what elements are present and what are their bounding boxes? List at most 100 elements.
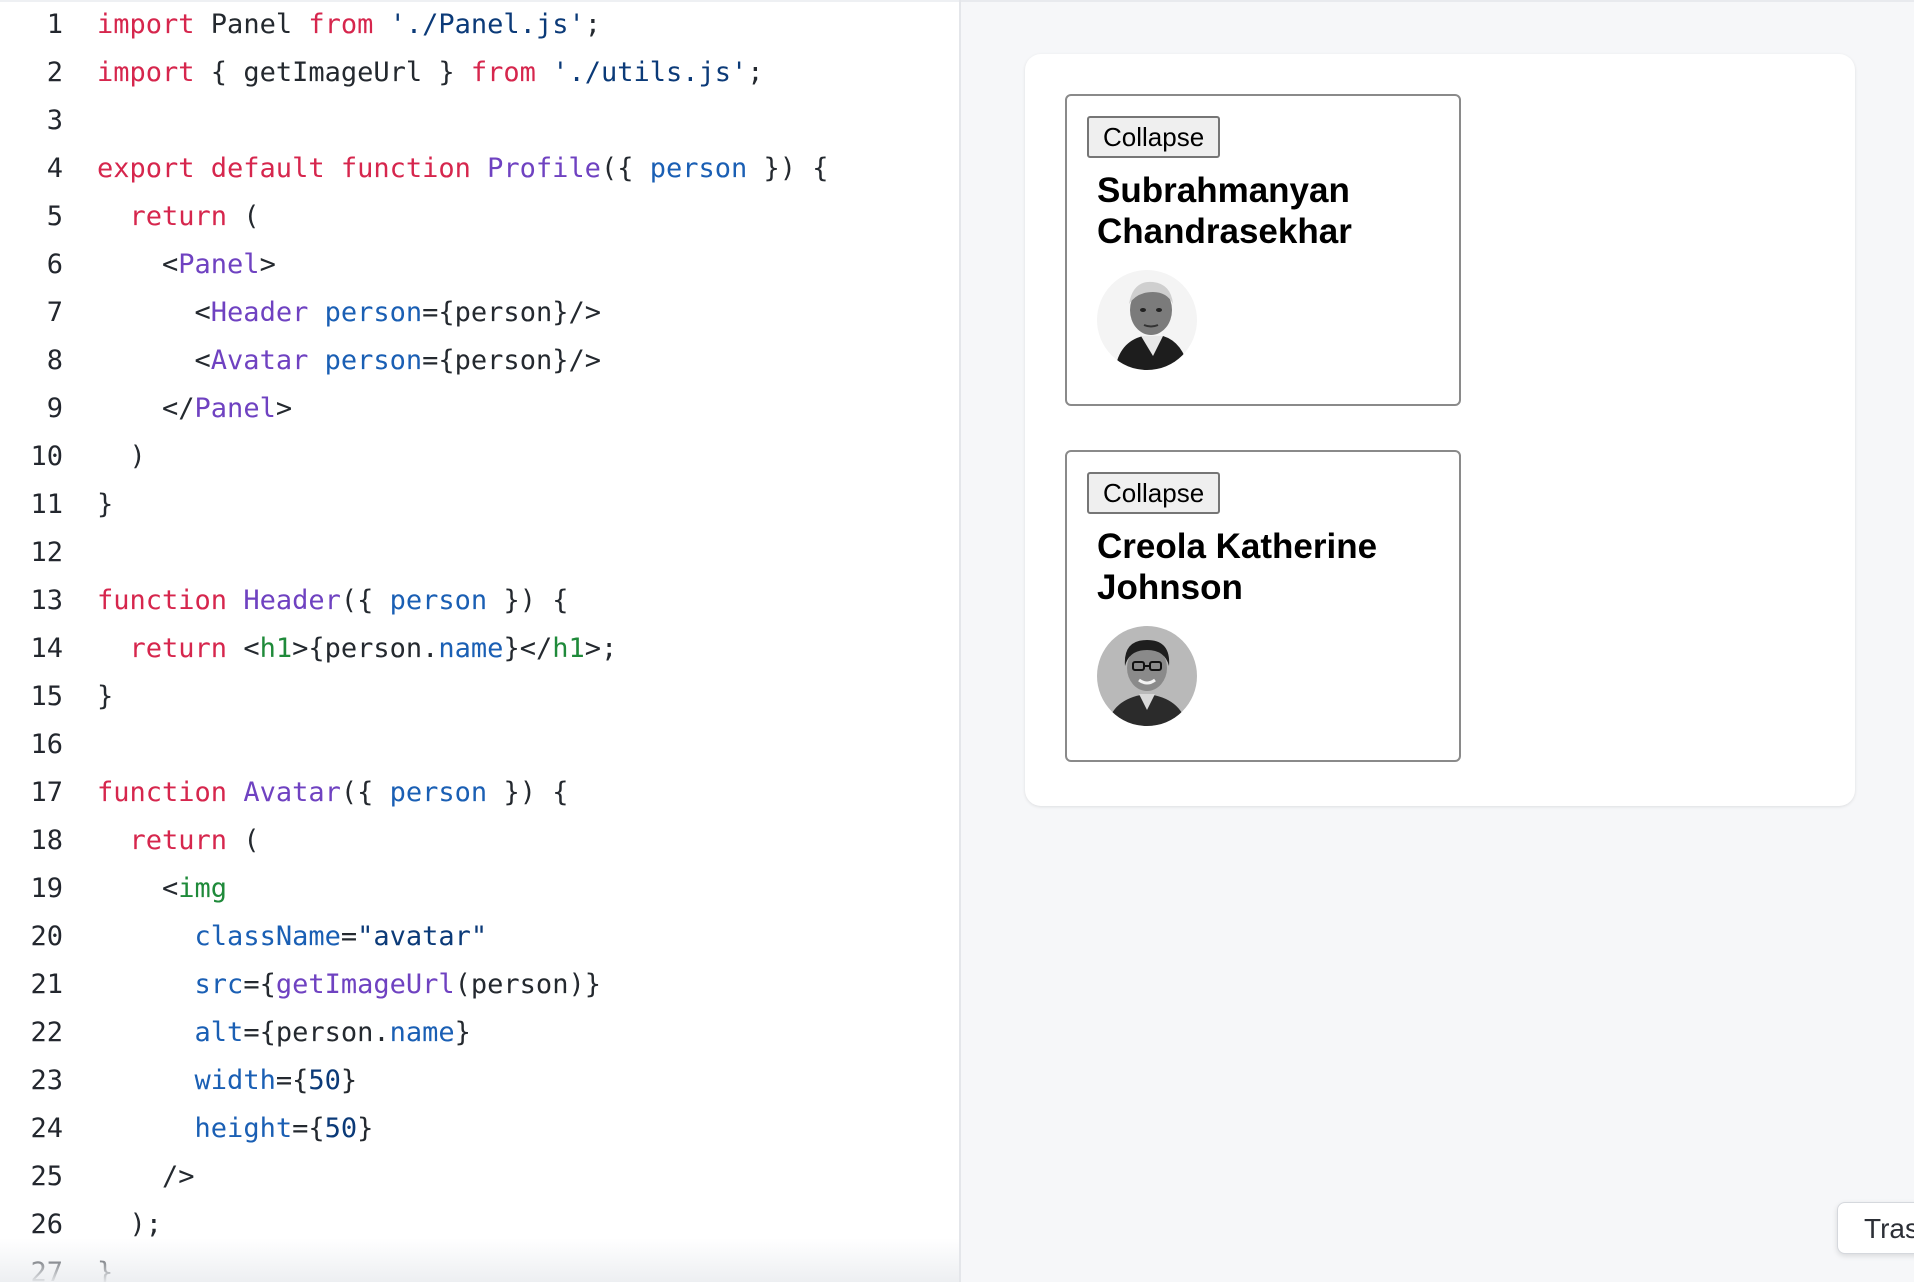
code-token: h1 xyxy=(259,633,293,664)
code-editor[interactable]: 1 import Panel from './Panel.js'; 2 import … xyxy=(0,0,959,1282)
code-text: /> xyxy=(97,1157,195,1197)
code-line[interactable]: 2 import { getImageUrl } from './utils.js… xyxy=(0,53,959,101)
code-token: }) { xyxy=(487,585,569,616)
code-text: export default function Profile({ person… xyxy=(97,149,829,189)
code-text: ) xyxy=(97,437,146,477)
code-token: from xyxy=(308,9,374,40)
line-number: 5 xyxy=(46,201,63,232)
code-line[interactable]: 8 <Avatar person={person}/> xyxy=(0,341,959,389)
code-line[interactable]: 14 return <h1>{person.name}</h1>; xyxy=(0,629,959,677)
code-line[interactable]: 11} xyxy=(0,485,959,533)
code-text: } xyxy=(97,485,113,525)
code-token: ; xyxy=(747,57,764,88)
code-line[interactable]: 7 <Header person={person}/> xyxy=(0,293,959,341)
code-token: ; xyxy=(584,9,601,40)
line-number: 20 xyxy=(30,921,63,952)
code-line[interactable]: 12 xyxy=(0,533,959,581)
line-number: 3 xyxy=(46,105,63,136)
code-line[interactable]: 20 className="avatar" xyxy=(0,917,959,965)
code-line[interactable]: 4 export default function Profile({ perso… xyxy=(0,149,959,197)
code-token: width xyxy=(194,1065,276,1096)
line-number: 25 xyxy=(30,1161,63,1192)
code-token: ={ xyxy=(275,1065,309,1096)
line-number: 13 xyxy=(30,585,63,616)
code-token: from xyxy=(470,57,536,88)
tooltip[interactable]: Tras xyxy=(1837,1202,1914,1254)
code-line[interactable]: 10 ) xyxy=(0,437,959,485)
code-line[interactable]: 18 return ( xyxy=(0,821,959,869)
code-line[interactable]: 19 <img xyxy=(0,869,959,917)
code-token: ({ xyxy=(340,777,390,808)
code-text: alt={person.name} xyxy=(97,1013,471,1053)
code-token: } xyxy=(340,1065,358,1096)
code-token: ( xyxy=(227,201,260,232)
code-token: './utils.js' xyxy=(552,57,748,88)
code-token: Header xyxy=(210,297,309,328)
code-token: person xyxy=(324,297,423,328)
code-text: return <h1>{person.name}</h1>; xyxy=(97,629,618,669)
code-token: h1 xyxy=(552,633,585,664)
code-token: import xyxy=(97,57,195,88)
code-line[interactable]: 5 return ( xyxy=(0,197,959,245)
code-token: return xyxy=(129,633,228,664)
preview-pane: Collapse Subrahmanyan Chandrasekhar Coll… xyxy=(961,0,1914,1282)
code-token: Panel xyxy=(178,249,260,280)
portrait-man-icon xyxy=(1097,270,1197,370)
line-number: 2 xyxy=(46,57,63,88)
code-line[interactable]: 9 </Panel> xyxy=(0,389,959,437)
code-line[interactable]: 1 import Panel from './Panel.js'; xyxy=(0,5,959,53)
code-line[interactable]: 24 height={50} xyxy=(0,1109,959,1157)
collapse-button[interactable]: Collapse xyxy=(1087,472,1221,514)
code-token: /> xyxy=(97,1161,195,1192)
code-token: }</ xyxy=(503,633,553,664)
code-token: ={ xyxy=(292,1113,325,1144)
tooltip-text: Tras xyxy=(1864,1213,1914,1244)
code-text: return ( xyxy=(97,821,260,861)
line-number: 4 xyxy=(46,153,63,184)
code-token: ); xyxy=(97,1209,163,1240)
line-number: 6 xyxy=(46,249,63,280)
code-line[interactable]: 17 function Avatar({ person }) { xyxy=(0,773,959,821)
code-line[interactable]: 13 function Header({ person }) { xyxy=(0,581,959,629)
code-line[interactable]: 16 xyxy=(0,725,959,773)
code-token: { getImageUrl } xyxy=(194,57,471,88)
code-line[interactable]: 22 alt={person.name} xyxy=(0,1013,959,1061)
avatar xyxy=(1097,270,1197,370)
code-token: alt xyxy=(194,1017,244,1048)
code-token: > xyxy=(259,249,276,280)
code-token: ({ xyxy=(600,153,650,184)
code-token: (person)} xyxy=(454,969,601,1000)
code-line[interactable]: 23 width={50} xyxy=(0,1061,959,1109)
code-token: export default function xyxy=(97,153,471,184)
code-token: < xyxy=(97,297,211,328)
code-line[interactable]: 21 src={getImageUrl(person)} xyxy=(0,965,959,1013)
code-token: src xyxy=(194,969,244,1000)
code-text: import Panel from './Panel.js'; xyxy=(97,5,601,45)
code-line[interactable]: 25 /> xyxy=(0,1157,959,1205)
code-token: name xyxy=(438,633,504,664)
code-token: name xyxy=(389,1017,455,1048)
code-token: function xyxy=(97,585,228,616)
line-number: 12 xyxy=(30,537,63,568)
code-token: 50 xyxy=(324,1113,358,1144)
code-token: } xyxy=(454,1017,471,1048)
line-number: 14 xyxy=(30,633,63,664)
code-line[interactable]: 6 <Panel> xyxy=(0,245,959,293)
code-token: } xyxy=(97,489,114,520)
code-token: Avatar xyxy=(210,345,309,376)
code-line[interactable]: 15} xyxy=(0,677,959,725)
code-token: 50 xyxy=(308,1065,341,1096)
line-number: 21 xyxy=(30,969,63,1000)
collapse-button[interactable]: Collapse xyxy=(1087,116,1221,158)
line-number: 7 xyxy=(46,297,63,328)
code-token: ={person. xyxy=(243,1017,390,1048)
code-lines[interactable]: 1 import Panel from './Panel.js'; 2 import … xyxy=(0,5,959,1282)
code-line[interactable]: 3 xyxy=(0,101,959,149)
